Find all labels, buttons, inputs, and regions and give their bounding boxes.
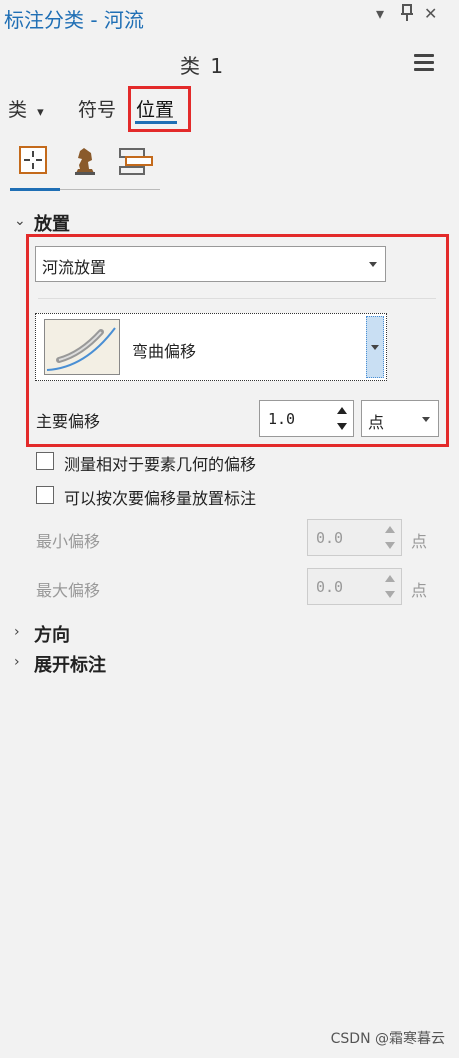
chevron-down-icon[interactable]: ⌄: [14, 213, 26, 229]
placement-dropdown-value: 河流放置: [42, 258, 107, 277]
max-offset-stepper[interactable]: 0.0: [307, 568, 402, 605]
measure-offset-label: 测量相对于要素几何的偏移: [64, 455, 257, 474]
section-expand-label[interactable]: 展开标注: [34, 651, 106, 677]
active-icon-tab-indicator: [10, 188, 60, 191]
style-dropdown-button[interactable]: [366, 316, 384, 378]
chevron-down-icon[interactable]: ▾: [376, 4, 384, 23]
increment-icon: [385, 526, 395, 533]
chevron-down-icon: [369, 262, 377, 267]
increment-icon: [385, 575, 395, 582]
tab-class-label: 类: [8, 99, 28, 121]
chevron-down-icon: [422, 417, 430, 422]
highlight-box-tab: [128, 86, 191, 132]
tab-symbol[interactable]: 符号: [78, 95, 116, 122]
unit-dropdown[interactable]: 点: [361, 400, 439, 437]
decrement-icon: [385, 591, 395, 598]
section-orientation[interactable]: 方向: [34, 621, 70, 647]
decrement-icon: [385, 542, 395, 549]
min-offset-stepper[interactable]: 0.0: [307, 519, 402, 556]
close-icon[interactable]: ✕: [424, 4, 437, 23]
watermark: CSDN @霜寒暮云: [330, 1031, 445, 1047]
measure-offset-checkbox[interactable]: [36, 452, 54, 470]
class-label[interactable]: 类 1: [180, 50, 225, 79]
increment-icon[interactable]: [337, 407, 347, 414]
position-icon[interactable]: [17, 145, 51, 177]
max-offset-label: 最大偏移: [36, 581, 101, 600]
stack-icon[interactable]: [118, 145, 153, 177]
chevron-right-icon[interactable]: ›: [14, 654, 20, 670]
secondary-offset-label: 可以按次要偏移量放置标注: [64, 489, 257, 508]
primary-offset-value: 1.0: [268, 410, 296, 428]
chevron-down-icon[interactable]: ▾: [37, 105, 44, 120]
chevron-right-icon[interactable]: ›: [14, 624, 20, 640]
section-placement[interactable]: 放置: [34, 210, 70, 236]
min-offset-value: 0.0: [316, 529, 344, 547]
unit-dropdown-value: 点: [368, 413, 385, 432]
primary-offset-label: 主要偏移: [36, 412, 101, 431]
menu-icon[interactable]: [414, 54, 434, 72]
divider: [38, 298, 436, 299]
decrement-icon[interactable]: [337, 423, 347, 430]
chevron-down-icon: [371, 345, 379, 350]
min-offset-label: 最小偏移: [36, 532, 101, 551]
chess-knight-icon[interactable]: [68, 145, 102, 177]
placement-dropdown[interactable]: 河流放置: [35, 246, 386, 282]
style-dropdown[interactable]: 弯曲偏移: [35, 313, 387, 381]
min-offset-unit: 点: [411, 532, 428, 551]
secondary-offset-checkbox[interactable]: [36, 486, 54, 504]
style-dropdown-value: 弯曲偏移: [132, 342, 197, 361]
max-offset-unit: 点: [411, 581, 428, 600]
tab-class[interactable]: 类 ▾: [8, 95, 44, 122]
pin-icon[interactable]: [400, 4, 414, 26]
curved-offset-icon: [44, 319, 120, 375]
icon-tab-divider: [60, 189, 160, 190]
primary-offset-stepper[interactable]: 1.0: [259, 400, 354, 437]
max-offset-value: 0.0: [316, 578, 344, 596]
pane-title: 标注分类 - 河流: [4, 8, 144, 32]
